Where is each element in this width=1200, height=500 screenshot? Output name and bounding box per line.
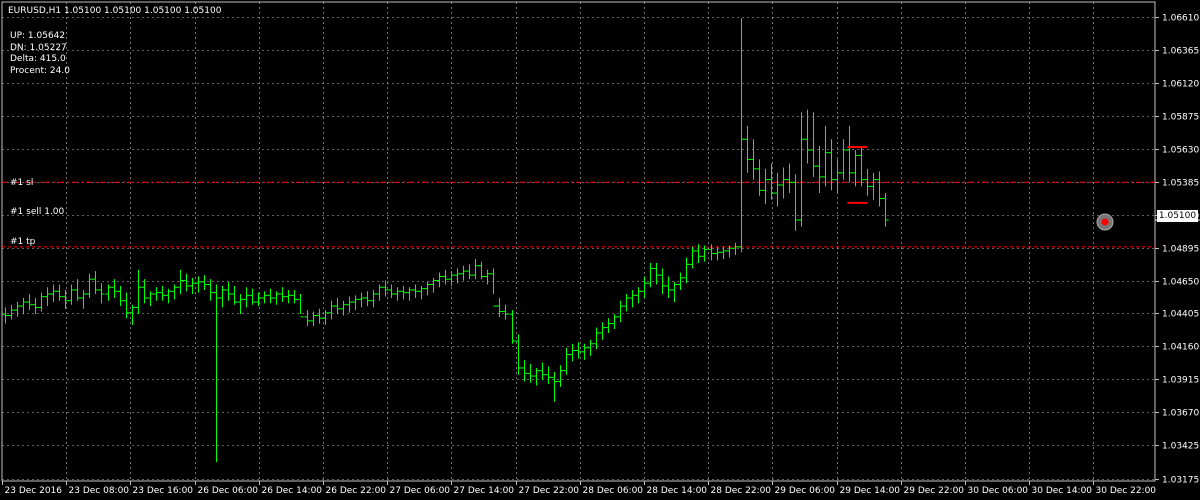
ohlc-bars [2,18,889,463]
y-tick-label: 1.06610 [1162,14,1199,24]
x-tick-label: 26 Dec 22:00 [326,486,387,496]
y-tick-label: 1.03670 [1162,409,1199,419]
price-axis: 1.06610 1.06365 1.06120 1.05875 1.05630 1.053… [1155,14,1199,486]
y-tick-label: 1.05385 [1162,179,1199,189]
x-tick-label: 28 Dec 14:00 [647,486,708,496]
y-tick-label: 1.04650 [1162,278,1199,288]
sl-level-label[interactable]: #1 sl [10,178,33,188]
info-procent: Procent: 24.0 [10,65,70,76]
x-tick-label: 23 Dec 08:00 [69,486,130,496]
y-tick-label: 1.04160 [1162,343,1199,353]
x-tick-label: 30 Dec 14:00 [1032,486,1093,496]
sell-level-label[interactable]: #1 sell 1.00 [10,207,64,217]
x-tick-label: 27 Dec 14:00 [454,486,515,496]
x-tick-label: 28 Dec 06:00 [583,486,644,496]
y-tick-label: 1.04895 [1162,245,1199,255]
chart-grid [1,1,1156,482]
info-up: UP: 1.05642 [10,31,66,41]
x-tick-label: 26 Dec 14:00 [262,486,323,496]
y-tick-label: 1.05630 [1162,146,1199,156]
x-tick-label: 23 Dec 16:00 [133,486,194,496]
y-tick-label: 1.06365 [1162,47,1199,57]
indicator-info-block: UP: 1.05642 DN: 1.05227 Delta: 415.0 Pro… [10,31,70,77]
plot-frame [1,1,1156,482]
x-tick-label: 30 Dec 06:00 [968,486,1029,496]
y-tick-label: 1.06120 [1162,80,1199,90]
order-markers [847,146,1200,231]
x-tick-label: 29 Dec 22:00 [904,486,965,496]
y-tick-label: 1.03915 [1162,376,1199,386]
time-axis: 23 Dec 2016 23 Dec 08:00 23 Dec 16:00 26 De… [2,481,1157,496]
y-tick-label: 1.03425 [1162,442,1199,452]
x-tick-label: 30 Dec 22:00 [1096,486,1157,496]
current-price-tag: 1.05100 [1157,210,1198,222]
x-tick-label: 29 Dec 14:00 [840,486,901,496]
x-tick-label: 26 Dec 06:00 [198,486,259,496]
y-tick-label: 1.03175 [1162,476,1199,486]
x-tick-label: 27 Dec 06:00 [390,486,451,496]
trade-levels [2,181,1155,248]
info-delta: Delta: 415.0 [10,54,66,64]
order-cursor-dot [1101,218,1109,226]
x-tick-label: 27 Dec 22:00 [519,486,580,496]
info-dn: DN: 1.05227 [10,42,67,53]
x-tick-label: 29 Dec 06:00 [775,486,836,496]
tp-level-label[interactable]: #1 tp [10,237,35,247]
y-tick-label: 1.04405 [1162,310,1199,320]
symbol-ohlc-header: EURUSD,H1 1.05100 1.05100 1.05100 1.0510… [8,6,222,16]
x-tick-label: 23 Dec 2016 [5,486,63,496]
price-chart[interactable]: 1.06610 1.06365 1.06120 1.05875 1.05630 1.053… [0,0,1200,500]
y-tick-label: 1.05875 [1162,113,1199,123]
x-tick-label: 28 Dec 22:00 [711,486,772,496]
